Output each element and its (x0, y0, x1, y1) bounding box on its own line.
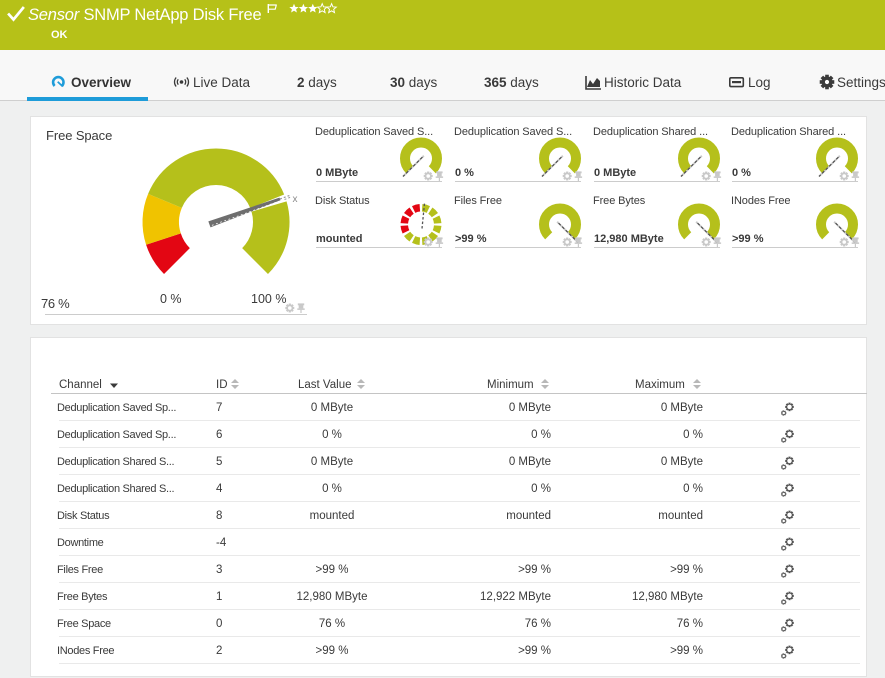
svg-text:x: x (293, 194, 298, 205)
